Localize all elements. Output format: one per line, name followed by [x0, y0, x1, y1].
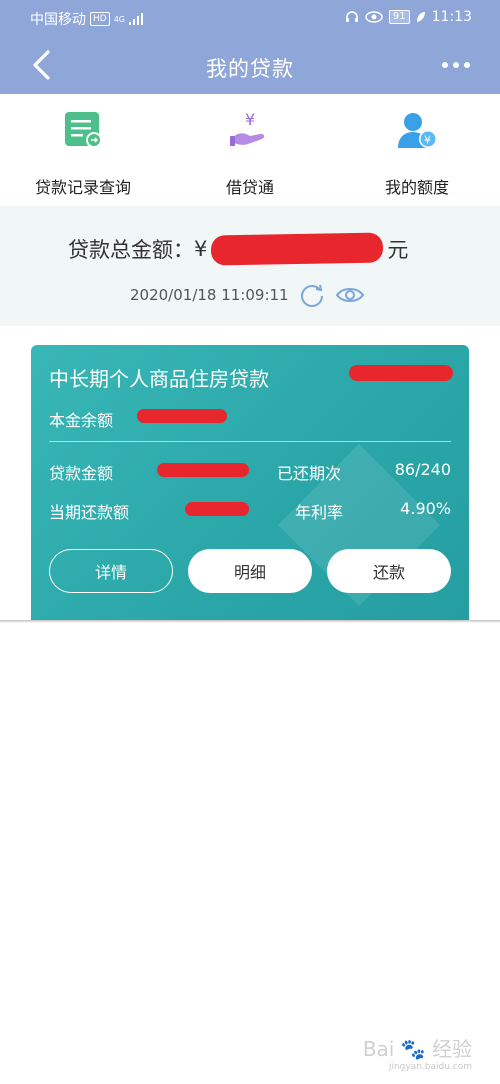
more-button[interactable]: [442, 62, 470, 68]
loan-card[interactable]: 中长期个人商品住房贷款 本金余额 贷款金额 已还期次 86/240 当期还款额 …: [31, 345, 469, 620]
headset-icon: [345, 11, 358, 22]
redaction-mark: [185, 502, 249, 516]
quick-item-label: 借贷通: [225, 178, 274, 197]
timestamp-line: 2020/01/18 11:09:11: [130, 282, 365, 308]
annual-rate-label: 年利率: [295, 503, 344, 522]
watermark-brand2: 经验: [432, 1037, 472, 1061]
svg-text:¥: ¥: [424, 134, 431, 147]
eye-comfort-icon: [365, 11, 383, 23]
refresh-icon[interactable]: [299, 282, 325, 308]
card-divider: [49, 441, 451, 442]
page-title: 我的贷款: [206, 57, 294, 81]
breakdown-button[interactable]: 明细: [188, 549, 312, 593]
quick-item-my-quota[interactable]: ¥ 我的额度: [347, 108, 487, 198]
signal-icon: [129, 13, 143, 25]
redaction-mark: [137, 409, 227, 423]
baidu-watermark: Bai 🐾 经验 jingyan.baidu.com: [363, 1033, 472, 1072]
loan-amount-label: 贷款金额: [49, 464, 114, 483]
loan-record-icon: [65, 112, 102, 148]
more-dots-icon: [442, 62, 448, 68]
redaction-mark: [157, 463, 249, 477]
currency-unit: 元: [387, 238, 409, 262]
quick-item-loan-records[interactable]: 贷款记录查询: [13, 108, 153, 198]
hd-badge: HD: [90, 12, 110, 26]
update-timestamp: 2020/01/18 11:09:11: [130, 286, 289, 304]
svg-text:¥: ¥: [245, 110, 255, 129]
principal-label: 本金余额: [49, 411, 114, 430]
leaf-icon: [416, 12, 425, 22]
repaid-periods-label: 已还期次: [277, 464, 342, 483]
redaction-mark: [349, 365, 453, 381]
watermark-url: jingyan.baidu.com: [388, 1062, 472, 1072]
annual-rate-value: 4.90%: [400, 499, 451, 518]
total-amount-line: 贷款总金额： ¥ 元: [68, 232, 409, 266]
currency-symbol: ¥: [194, 237, 208, 261]
redaction-mark: [211, 232, 384, 266]
watermark-brand: Bai: [362, 1037, 395, 1061]
network-type: 4G: [113, 14, 125, 24]
paw-icon: 🐾: [400, 1037, 426, 1061]
details-button[interactable]: 详情: [49, 549, 173, 593]
battery-level: 91: [388, 10, 410, 24]
nav-bar: 我的贷款: [0, 36, 500, 94]
eye-toggle-icon[interactable]: [335, 285, 365, 305]
quick-menu: 贷款记录查询 ¥ 借贷通 ¥ 我的额度: [0, 94, 500, 206]
quick-item-label: 我的额度: [384, 178, 449, 197]
hand-yuan-icon: ¥: [230, 110, 265, 146]
loan-summary: 贷款总金额： ¥ 元 2020/01/18 11:09:11: [0, 206, 500, 326]
repay-button[interactable]: 还款: [327, 549, 451, 593]
clock-time: 11:13: [431, 9, 472, 25]
user-yuan-icon: ¥: [398, 113, 437, 148]
current-payment-label: 当期还款额: [49, 503, 130, 522]
quick-item-lending[interactable]: ¥ 借贷通: [180, 108, 320, 198]
carrier-name: 中国移动: [30, 12, 86, 28]
quick-item-label: 贷款记录查询: [34, 178, 131, 197]
status-bar: 中国移动 HD 4G 91 11:13: [0, 0, 500, 36]
repaid-periods-value: 86/240: [394, 460, 451, 479]
loan-type-title: 中长期个人商品住房贷款: [49, 367, 269, 391]
total-amount-label: 贷款总金额：: [68, 238, 194, 262]
card-edge-shadow: [0, 620, 500, 623]
